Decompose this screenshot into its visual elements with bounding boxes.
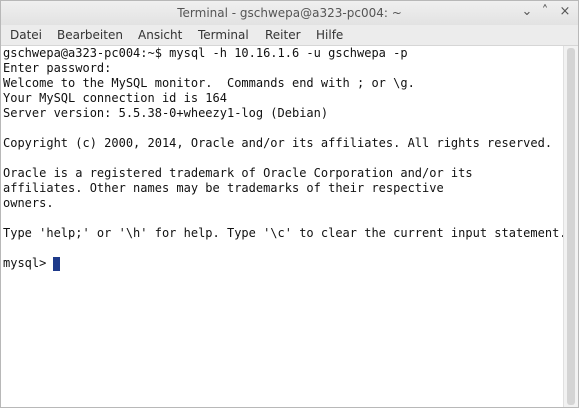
terminal-line: Copyright (c) 2000, 2014, Oracle and/or … <box>3 136 553 150</box>
terminal-window: Terminal - gschwepa@a323-pc004: ~ ⌄ ˄ × … <box>0 0 579 408</box>
terminal-line: Welcome to the MySQL monitor. Commands e… <box>3 76 415 90</box>
terminal-line: gschwepa@a323-pc004:~$ mysql -h 10.16.1.… <box>3 46 408 60</box>
menu-terminal[interactable]: Terminal <box>198 28 249 42</box>
terminal-line: Type 'help;' or '\h' for help. Type '\c'… <box>3 226 567 240</box>
prompt-line[interactable]: mysql> <box>3 256 564 271</box>
terminal-output[interactable]: gschwepa@a323-pc004:~$ mysql -h 10.16.1.… <box>1 46 567 407</box>
vertical-scrollbar[interactable] <box>563 46 578 407</box>
title-bar[interactable]: Terminal - gschwepa@a323-pc004: ~ ⌄ ˄ × <box>1 1 578 25</box>
close-button[interactable]: × <box>557 4 573 20</box>
terminal-line: Oracle is a registered trademark of Orac… <box>3 166 473 180</box>
menu-bar: Datei Bearbeiten Ansicht Terminal Reiter… <box>1 25 578 46</box>
terminal-line: affiliates. Other names may be trademark… <box>3 181 444 195</box>
mysql-prompt: mysql> <box>3 256 47 270</box>
menu-hilfe[interactable]: Hilfe <box>316 28 343 42</box>
minimize-button[interactable]: ⌄ <box>519 4 535 20</box>
window-title: Terminal - gschwepa@a323-pc004: ~ <box>177 6 402 20</box>
scrollbar-thumb[interactable] <box>567 48 575 405</box>
menu-bearbeiten[interactable]: Bearbeiten <box>57 28 123 42</box>
terminal-line: Server version: 5.5.38-0+wheezy1-log (De… <box>3 106 329 120</box>
maximize-button[interactable]: ˄ <box>537 4 553 20</box>
menu-reiter[interactable]: Reiter <box>265 28 301 42</box>
menu-ansicht[interactable]: Ansicht <box>138 28 182 42</box>
text-cursor <box>53 256 61 271</box>
terminal-line: owners. <box>3 196 54 210</box>
menu-datei[interactable]: Datei <box>10 28 42 42</box>
terminal-line: Enter password: <box>3 61 112 75</box>
terminal-line: Your MySQL connection id is 164 <box>3 91 227 105</box>
